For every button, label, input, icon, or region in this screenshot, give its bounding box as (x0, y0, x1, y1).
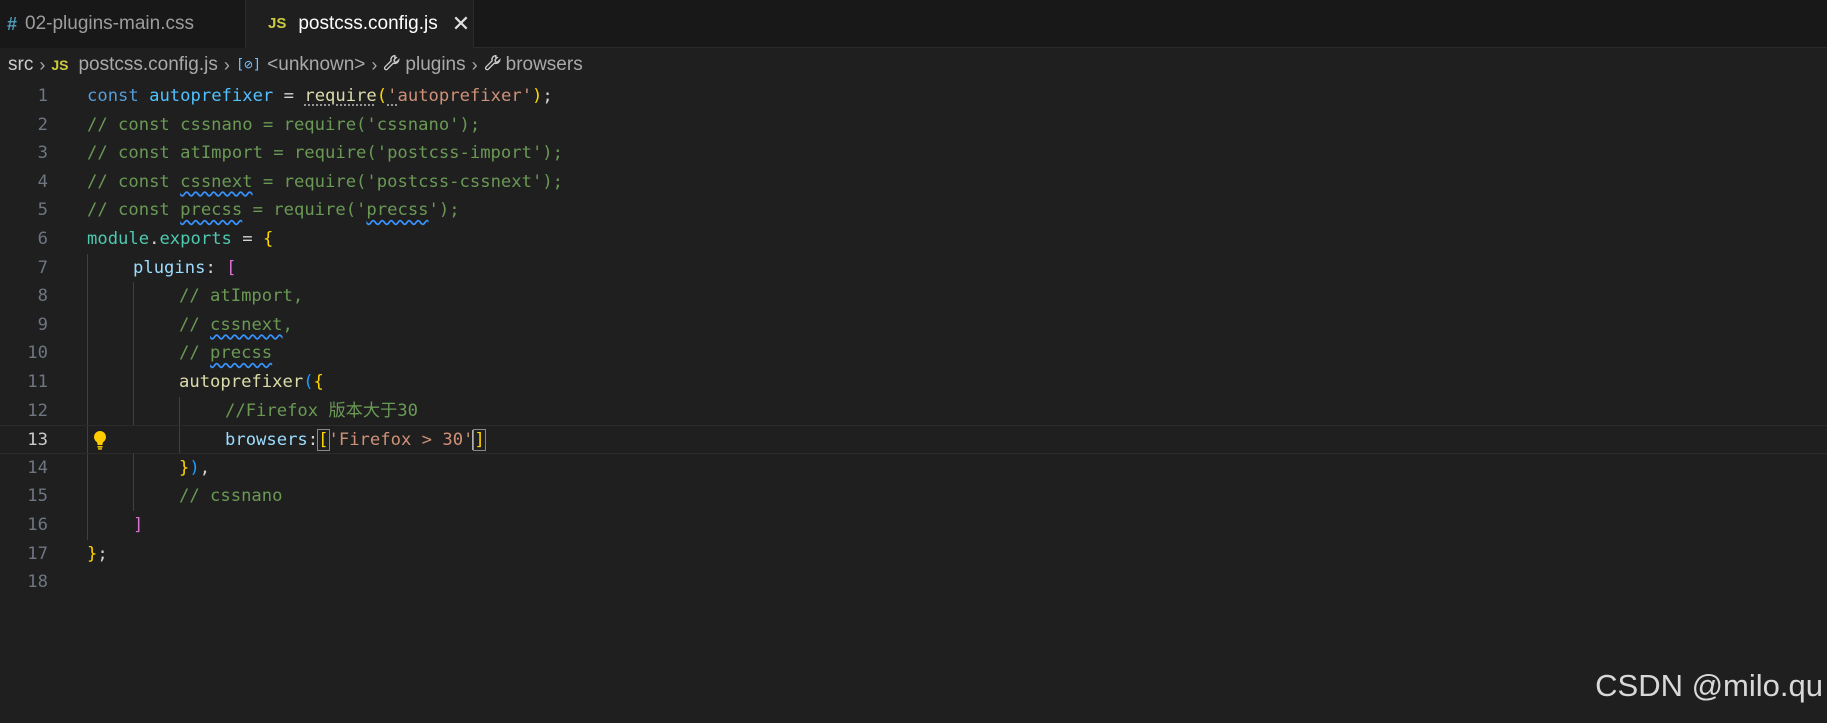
code-text: // const precss = require('precss'); (87, 200, 460, 221)
code-text: // precss (179, 343, 273, 364)
close-icon[interactable]: ✕ (452, 11, 470, 37)
code-text: browsers:['Firefox > 30'] (225, 429, 486, 452)
code-line[interactable]: 16 ] (0, 511, 1827, 540)
symbol-variable-icon: [⊘] (235, 57, 262, 73)
line-number: 4 (37, 171, 48, 192)
watermark: CSDN @milo.qu (1595, 668, 1823, 703)
code-text: module.exports = { (87, 229, 274, 249)
css-file-icon: # (7, 13, 18, 34)
code-line[interactable]: 6 module.exports = { (0, 225, 1827, 254)
chevron-right-icon: › (371, 54, 378, 75)
code-line-current[interactable]: 13 browsers:['Firefox > 30'] (0, 425, 1827, 454)
chevron-right-icon: › (223, 54, 230, 75)
code-line[interactable]: 15 // cssnano (0, 482, 1827, 511)
line-number: 7 (37, 257, 48, 278)
breadcrumb-label: postcss.config.js (78, 54, 218, 75)
line-number: 1 (37, 86, 48, 106)
code-line[interactable]: 8 // atImport, (0, 282, 1827, 311)
line-number: 17 (27, 543, 48, 564)
tab-bar: # 02-plugins-main.css JS postcss.config.… (0, 0, 1827, 48)
code-text: ] (133, 515, 144, 535)
code-line[interactable]: 5 // const precss = require('precss'); (0, 196, 1827, 225)
code-line[interactable]: 10 // precss (0, 339, 1827, 368)
tab-label: postcss.config.js (298, 12, 438, 34)
tab-02-plugins-main-css[interactable]: # 02-plugins-main.css (0, 0, 246, 48)
js-file-icon: JS (51, 57, 69, 73)
code-editor[interactable]: 1 const autoprefixer = require('autopref… (0, 82, 1827, 602)
line-number: 3 (37, 143, 48, 164)
line-number: 16 (27, 515, 48, 535)
code-text: // cssnext, (179, 314, 293, 335)
tab-label: 02-plugins-main.css (25, 13, 194, 34)
chevron-right-icon: › (39, 54, 46, 75)
line-number: 13 (27, 430, 48, 451)
chevron-right-icon: › (471, 54, 478, 75)
code-line[interactable]: 1 const autoprefixer = require('autopref… (0, 82, 1827, 111)
code-text: }; (87, 543, 108, 564)
code-line[interactable]: 11 autoprefixer({ (0, 368, 1827, 397)
code-line[interactable]: 3 // const atImport = require('postcss-i… (0, 139, 1827, 168)
line-number: 12 (27, 400, 48, 421)
breadcrumb-label: browsers (505, 54, 583, 75)
line-number: 15 (27, 486, 48, 507)
code-text: // const cssnano = require('cssnano'); (87, 114, 481, 135)
code-text: // const atImport = require('postcss-imp… (87, 143, 563, 164)
code-text: autoprefixer({ (179, 372, 324, 392)
line-number: 14 (27, 457, 48, 478)
code-text: // const cssnext = require('postcss-cssn… (87, 171, 564, 192)
breadcrumb-label: plugins (405, 54, 466, 75)
breadcrumb-item-src[interactable]: src (8, 54, 33, 76)
line-number: 6 (37, 229, 48, 249)
wrench-icon (383, 54, 401, 77)
code-text: const autoprefixer = require('autoprefix… (87, 86, 553, 106)
code-text: // cssnano (179, 486, 283, 507)
wrench-icon (484, 54, 502, 77)
breadcrumb-item-plugins[interactable]: plugins (383, 54, 466, 77)
tab-postcss-config-js[interactable]: JS postcss.config.js ✕ (246, 0, 474, 48)
line-number: 9 (37, 314, 48, 335)
code-line[interactable]: 4 // const cssnext = require('postcss-cs… (0, 168, 1827, 197)
breadcrumb-item-file[interactable]: JS postcss.config.js (51, 54, 218, 76)
line-number: 5 (37, 200, 48, 221)
code-text: // atImport, (179, 286, 304, 307)
code-text: //Firefox 版本大于30 (225, 400, 418, 421)
code-text: }), (179, 457, 211, 478)
line-number: 8 (37, 286, 48, 307)
breadcrumb-label: <unknown> (267, 54, 366, 75)
js-file-icon: JS (268, 15, 287, 32)
line-number: 18 (27, 572, 48, 593)
code-line[interactable]: 9 // cssnext, (0, 310, 1827, 340)
code-text: plugins: [ (133, 257, 237, 278)
line-number: 2 (37, 114, 48, 135)
code-line[interactable]: 12 //Firefox 版本大于30 (0, 396, 1827, 426)
breadcrumb-item-unknown[interactable]: [⊘] <unknown> (236, 54, 366, 76)
breadcrumb-item-browsers[interactable]: browsers (484, 54, 583, 77)
code-line[interactable]: 2 // const cssnano = require('cssnano'); (0, 111, 1827, 140)
code-line[interactable]: 17 }; (0, 540, 1827, 569)
code-line[interactable]: 14 }), (0, 453, 1827, 483)
line-number: 10 (27, 343, 48, 364)
code-line[interactable]: 7 plugins: [ (0, 253, 1827, 283)
code-line[interactable]: 18 (0, 568, 1827, 597)
breadcrumb: src › JS postcss.config.js › [⊘] <unknow… (0, 48, 1827, 82)
line-number: 11 (27, 372, 48, 392)
lightbulb-icon[interactable] (92, 426, 108, 455)
